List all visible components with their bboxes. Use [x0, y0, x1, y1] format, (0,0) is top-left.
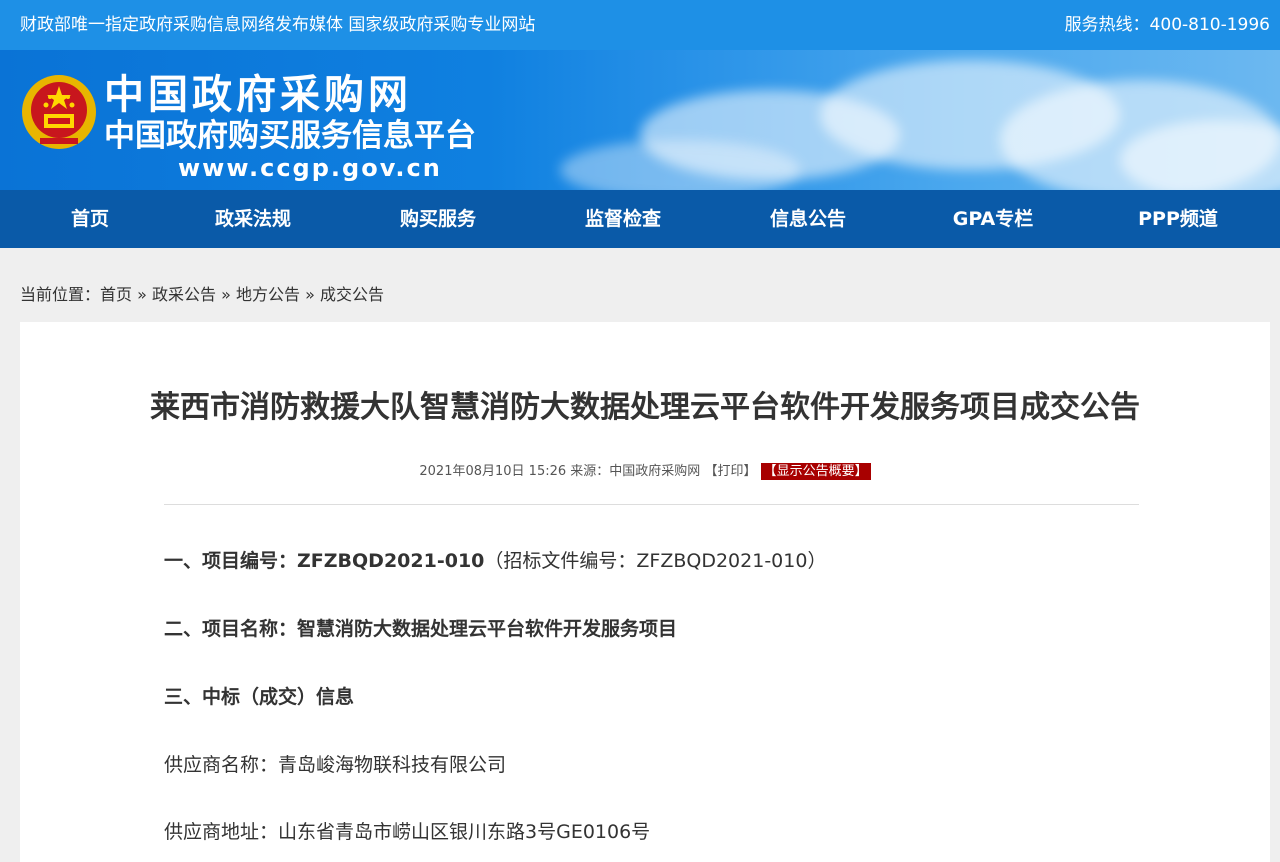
- tender-doc-number: （招标文件编号：ZFZBQD2021-010）: [484, 550, 827, 572]
- section-label: 一、项目编号：: [164, 550, 298, 572]
- supplier-address: 山东省青岛市崂山区银川东路3号GE0106号: [278, 821, 651, 843]
- show-summary-button[interactable]: 【显示公告概要】: [760, 463, 871, 480]
- supplier-name: 青岛峻海物联科技有限公司: [278, 754, 507, 776]
- section-award-info: 三、中标（成交）信息: [164, 684, 354, 710]
- publish-datetime: 2021年08月10日 15:26: [419, 464, 567, 479]
- section-project-number: 一、项目编号：ZFZBQD2021-010（招标文件编号：ZFZBQD2021-…: [164, 548, 826, 574]
- article-title: 莱西市消防救援大队智慧消防大数据处理云平台软件开发服务项目成交公告: [150, 390, 1140, 425]
- nav-item-supervision[interactable]: 监督检查: [553, 190, 693, 248]
- project-name: 智慧消防大数据处理云平台软件开发服务项目: [297, 618, 678, 640]
- nav-item-purchase-services[interactable]: 购买服务: [368, 190, 508, 248]
- header-banner: 中国政府采购网 中国政府购买服务信息平台 www.ccgp.gov.cn: [0, 50, 1280, 190]
- nav-item-gpa[interactable]: GPA专栏: [923, 190, 1063, 248]
- supplier-name-label: 供应商名称：: [164, 754, 279, 776]
- supplier-address-row: 供应商地址：山东省青岛市崂山区银川东路3号GE0106号: [164, 819, 650, 845]
- breadcrumb-local-notices[interactable]: 地方公告: [236, 285, 300, 304]
- site-name-secondary: 中国政府购买服务信息平台: [104, 118, 476, 154]
- source-name: 中国政府采购网: [609, 464, 701, 479]
- supplier-name-row: 供应商名称：青岛峻海物联科技有限公司: [164, 752, 506, 778]
- site-logo-text[interactable]: 中国政府采购网 中国政府购买服务信息平台 www.ccgp.gov.cn: [104, 72, 476, 182]
- breadcrumb-separator: »: [137, 285, 147, 304]
- print-link[interactable]: 【打印】: [704, 464, 756, 479]
- nav-item-announcements[interactable]: 信息公告: [738, 190, 878, 248]
- nav-item-regulations[interactable]: 政采法规: [183, 190, 323, 248]
- breadcrumb-separator: »: [305, 285, 315, 304]
- breadcrumb-separator: »: [221, 285, 231, 304]
- breadcrumb: 当前位置：首页 » 政采公告 » 地方公告 » 成交公告: [20, 284, 384, 306]
- article-container: 莱西市消防救援大队智慧消防大数据处理云平台软件开发服务项目成交公告 2021年0…: [20, 322, 1270, 862]
- breadcrumb-deal-notices[interactable]: 成交公告: [320, 285, 384, 304]
- site-url: www.ccgp.gov.cn: [178, 154, 442, 182]
- service-hotline: 服务热线：400-810-1996: [1064, 15, 1270, 35]
- article-meta: 2021年08月10日 15:26 来源：中国政府采购网 【打印】 【显示公告概…: [20, 462, 1270, 482]
- divider: [164, 504, 1139, 505]
- nav-item-ppp[interactable]: PPP频道: [1108, 190, 1248, 248]
- top-bar: 财政部唯一指定政府采购信息网络发布媒体 国家级政府采购专业网站 服务热线：400…: [0, 0, 1280, 50]
- source-label: 来源：: [570, 464, 610, 479]
- site-name-primary: 中国政府采购网: [104, 72, 412, 118]
- project-number: ZFZBQD2021-010: [297, 550, 485, 572]
- breadcrumb-procurement-notices[interactable]: 政采公告: [152, 285, 216, 304]
- nav-item-home[interactable]: 首页: [20, 190, 160, 248]
- breadcrumb-prefix: 当前位置：: [20, 285, 101, 304]
- breadcrumb-home[interactable]: 首页: [100, 285, 132, 304]
- site-slogan: 财政部唯一指定政府采购信息网络发布媒体 国家级政府采购专业网站: [20, 15, 536, 35]
- main-nav: 首页 政采法规 购买服务 监督检查 信息公告 GPA专栏 PPP频道: [0, 190, 1280, 248]
- section-project-name: 二、项目名称：智慧消防大数据处理云平台软件开发服务项目: [164, 616, 677, 642]
- section-label: 二、项目名称：: [164, 618, 298, 640]
- national-emblem-icon: [22, 75, 96, 149]
- supplier-address-label: 供应商地址：: [164, 821, 279, 843]
- section-heading: 三、中标（成交）信息: [164, 686, 355, 708]
